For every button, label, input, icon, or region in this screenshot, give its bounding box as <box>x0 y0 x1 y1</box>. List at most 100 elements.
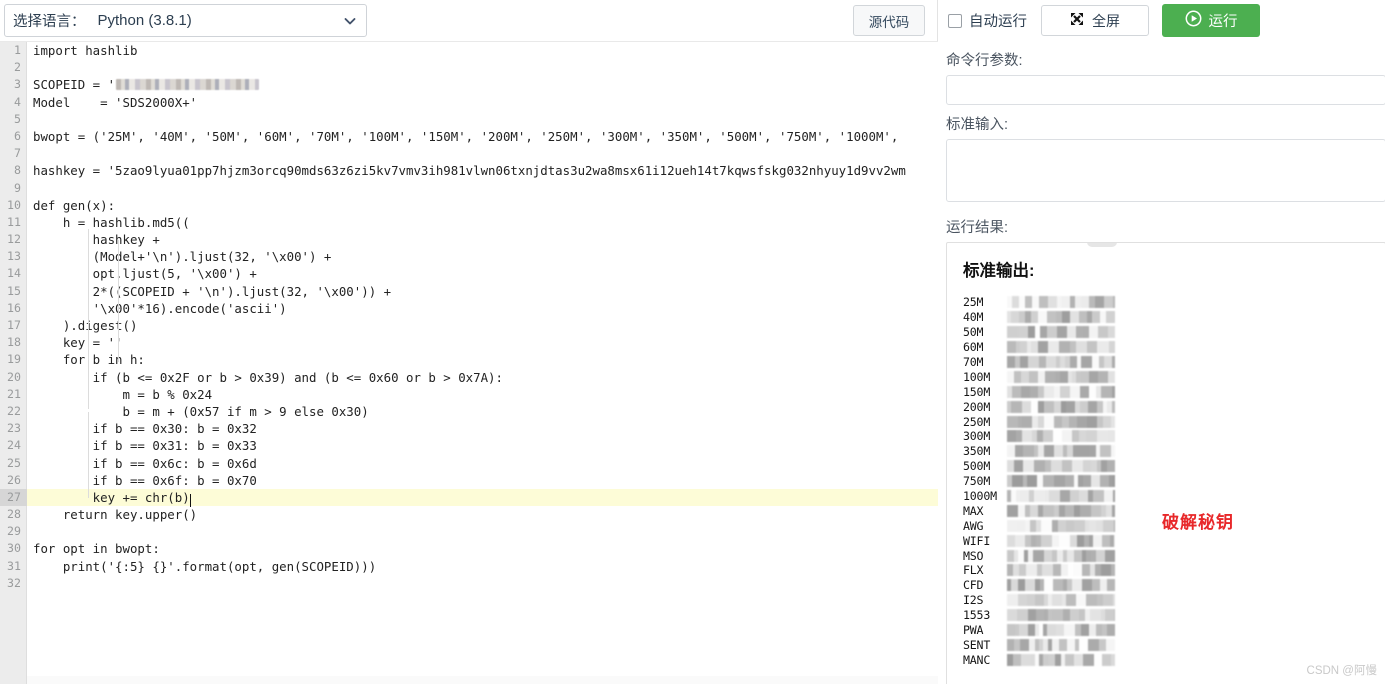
expand-arrows-icon <box>1070 12 1084 29</box>
code-line[interactable]: 25 if b == 0x6c: b = 0x6d <box>0 455 938 472</box>
code-line[interactable]: 1 import hashlib <box>0 42 938 59</box>
code-line[interactable]: 31 print('{:5} {}'.format(opt, gen(SCOPE… <box>0 558 938 575</box>
stdout-row-key: 60M <box>963 340 984 355</box>
stdout-row-value-redacted <box>1007 594 1115 607</box>
code-line[interactable]: 8 hashkey = '5zao9lyua01pp7hjzm3orcq90mds… <box>0 162 938 179</box>
code-line[interactable]: 21 m = b % 0x24 <box>0 386 938 403</box>
stdout-row-value-redacted <box>1007 519 1115 532</box>
code-line[interactable]: 29 <box>0 523 938 540</box>
checkbox-icon[interactable] <box>948 13 962 28</box>
code-line[interactable]: 6 bwopt = ('25M', '40M', '50M', '60M', '7… <box>0 128 938 145</box>
code-line[interactable]: 7 <box>0 145 938 162</box>
code-line[interactable]: 32 <box>0 575 938 592</box>
code-line-text: return key.upper() <box>33 507 198 523</box>
line-number: 15 <box>7 283 21 298</box>
cmdline-input[interactable] <box>946 75 1385 105</box>
code-line[interactable]: 2 <box>0 59 938 76</box>
code-line[interactable]: 17 ).digest() <box>0 317 938 334</box>
code-line[interactable]: 15 2*((SCOPEID + '\n').ljust(32, '\x00')… <box>0 283 938 300</box>
stdout-row: 250M <box>963 414 1373 429</box>
code-line-text: if b == 0x6c: b = 0x6d <box>33 455 257 471</box>
stdout-row: 100M <box>963 369 1373 384</box>
code-line[interactable]: 24 if b == 0x31: b = 0x33 <box>0 437 938 454</box>
stdout-row: MSO <box>963 548 1373 563</box>
line-number: 22 <box>7 403 21 418</box>
stdout-row-value-redacted <box>1007 638 1115 651</box>
line-number: 32 <box>7 575 21 590</box>
line-number: 16 <box>7 300 21 315</box>
code-line[interactable]: 18 key = '' <box>0 334 938 351</box>
code-line[interactable]: 12 hashkey + <box>0 231 938 248</box>
code-line-text: if b == 0x31: b = 0x33 <box>33 438 257 454</box>
stdin-label: 标准输入: <box>946 117 1009 133</box>
stdout-row: 60M <box>963 340 1373 355</box>
source-code-button[interactable]: 源代码 <box>853 5 925 36</box>
result-drag-handle[interactable] <box>1087 243 1117 247</box>
stdout-row-key: I2S <box>963 593 984 608</box>
line-number: 24 <box>7 438 21 453</box>
code-line-text: if b == 0x6f: b = 0x70 <box>33 472 257 488</box>
stdout-row-key: 350M <box>963 444 991 459</box>
code-line[interactable]: 13 (Model+'\n').ljust(32, '\x00') + <box>0 248 938 265</box>
stdout-row-value-redacted <box>1007 653 1115 666</box>
stdout-row: PWA <box>963 623 1373 638</box>
code-line-text: hashkey + <box>33 232 160 248</box>
stdout-row-value-redacted <box>1007 475 1115 488</box>
code-line[interactable]: 30 for opt in bwopt: <box>0 540 938 557</box>
code-line[interactable]: 10 def gen(x): <box>0 197 938 214</box>
code-line[interactable]: 5 <box>0 111 938 128</box>
stdout-row-key: 25M <box>963 295 984 310</box>
stdin-textarea[interactable] <box>946 139 1385 202</box>
stdout-row: FLX <box>963 563 1373 578</box>
line-number: 31 <box>7 558 21 573</box>
code-line[interactable]: 16 '\x00'*16).encode('ascii') <box>0 300 938 317</box>
line-number: 10 <box>7 197 21 212</box>
code-line[interactable]: 14 opt.ljust(5, '\x00') + <box>0 265 938 282</box>
play-circle-icon <box>1185 10 1202 31</box>
fullscreen-button[interactable]: 全屏 <box>1041 5 1149 36</box>
code-line-text: import hashlib <box>33 43 138 58</box>
run-button[interactable]: 运行 <box>1162 4 1260 37</box>
code-line[interactable]: 22 b = m + (0x57 if m > 9 else 0x30) <box>0 403 938 420</box>
code-line[interactable]: 23 if b == 0x30: b = 0x32 <box>0 420 938 437</box>
code-line[interactable]: 19 for b in h: <box>0 351 938 368</box>
stdout-title: 标准输出: <box>963 262 1035 280</box>
code-line[interactable]: 11 h = hashlib.md5(( <box>0 214 938 231</box>
code-line[interactable]: 28 return key.upper() <box>0 506 938 523</box>
stdout-row-value-redacted <box>1007 385 1115 398</box>
editor-horizontal-scrollbar[interactable] <box>27 676 938 684</box>
code-line[interactable]: 26 if b == 0x6f: b = 0x70 <box>0 472 938 489</box>
line-number: 14 <box>7 266 21 281</box>
run-toolbar: 自动运行 全屏 运行 <box>946 0 1385 41</box>
code-line-text: for opt in bwopt: <box>33 541 160 557</box>
result-label: 运行结果: <box>946 220 1009 236</box>
redacted-value <box>116 79 260 91</box>
stdout-row-value-redacted <box>1007 430 1115 443</box>
code-editor[interactable]: 1 import hashlib 2 3 SCOPEID = ' 4 Model = 'SD… <box>0 41 938 684</box>
stdout-row: 350M <box>963 444 1373 459</box>
autorun-checkbox[interactable]: 自动运行 <box>948 10 1027 31</box>
code-line[interactable]: 3 SCOPEID = ' <box>0 76 938 93</box>
stdout-row-value-redacted <box>1007 370 1115 383</box>
line-number: 18 <box>7 335 21 350</box>
stdout-row-key: 250M <box>963 414 991 429</box>
code-content[interactable]: 1 import hashlib 2 3 SCOPEID = ' 4 Model = 'SD… <box>0 42 938 592</box>
code-line-text: bwopt = ('25M', '40M', '50M', '60M', '70… <box>33 128 899 144</box>
stdout-row-value-redacted <box>1007 400 1115 413</box>
stdout-row-key: WIFI <box>963 533 991 548</box>
stdout-row: 300M <box>963 429 1373 444</box>
code-line-text: def gen(x): <box>33 197 116 213</box>
stdout-row-value-redacted <box>1007 624 1115 637</box>
code-line[interactable]: 20 if (b <= 0x2F or b > 0x39) and (b <= … <box>0 369 938 386</box>
stdout-row-key: MANC <box>963 652 991 667</box>
code-line[interactable]: 27 key += chr(b) <box>0 488 938 507</box>
stdout-row-key: 1553 <box>963 608 991 623</box>
code-line[interactable]: 9 <box>0 180 938 197</box>
stdout-row-key: FLX <box>963 563 984 578</box>
code-line[interactable]: 4 Model = 'SDS2000X+' <box>0 94 938 111</box>
code-line-text: '\x00'*16).encode('ascii') <box>33 300 287 316</box>
line-number: 28 <box>7 507 21 522</box>
language-select[interactable]: 选择语言： Python (3.8.1) <box>4 4 367 37</box>
